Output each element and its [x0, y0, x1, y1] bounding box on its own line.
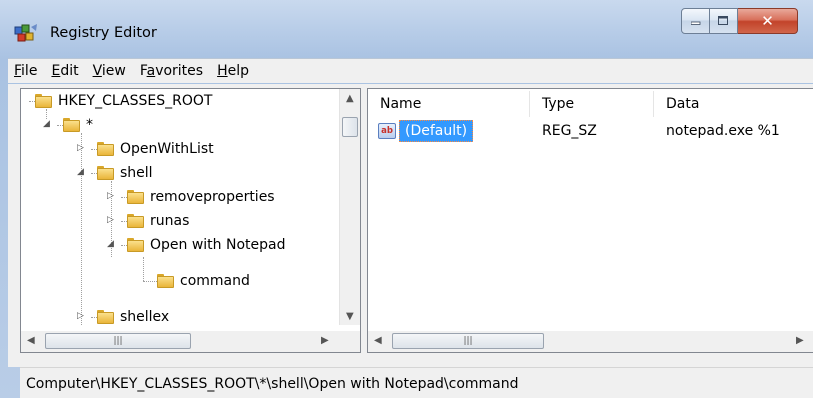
registry-editor-app-icon	[13, 23, 39, 45]
scroll-down-arrow-icon[interactable]: ▼	[346, 311, 354, 322]
close-icon: ✕	[761, 12, 774, 30]
menu-help[interactable]: Help	[211, 63, 257, 79]
scroll-right-arrow-icon[interactable]: ▶	[321, 335, 329, 346]
values-list-pane[interactable]: Name Type Data ab (Default) REG_SZ notep…	[367, 88, 813, 353]
folder-icon	[97, 166, 114, 180]
tree-line	[81, 133, 82, 325]
tree-node-openwithlist[interactable]: OpenWithList	[97, 137, 214, 161]
tree-node-command[interactable]: command	[157, 269, 250, 293]
folder-icon	[63, 118, 80, 132]
folder-icon	[127, 190, 144, 204]
scroll-left-arrow-icon[interactable]: ◀	[27, 335, 35, 346]
window-controls: ✕	[681, 8, 798, 36]
string-value-icon: ab	[378, 123, 396, 139]
tree-vertical-scroll-thumb[interactable]	[342, 117, 358, 137]
key-tree[interactable]: ◢ ▷ ◢ ▷ ▷ ◢ ▷ HKEY_CLASSES_ROOT * OpenWi…	[21, 89, 339, 325]
values-horizontal-scroll-thumb[interactable]: |||	[392, 333, 544, 349]
tree-node-shell[interactable]: shell	[97, 161, 153, 185]
menu-edit[interactable]: Edit	[45, 63, 86, 79]
tree-node-removeproperties[interactable]: removeproperties	[127, 185, 275, 209]
tree-vertical-scrollbar[interactable]: ▲ ▼	[339, 89, 360, 325]
folder-icon	[157, 274, 174, 288]
scroll-right-arrow-icon[interactable]: ▶	[796, 335, 804, 346]
tree-node-open-with-notepad[interactable]: Open with Notepad	[127, 233, 286, 257]
tree-node-shellex[interactable]: shellex	[97, 305, 169, 325]
collapsed-arrow-icon[interactable]: ▷	[107, 215, 114, 225]
value-name[interactable]: (Default)	[399, 120, 474, 142]
grip-icon: |||	[463, 336, 473, 346]
registry-editor-window: Registry Editor ✕ File Edit View Favorit…	[0, 0, 813, 398]
expanded-arrow-icon[interactable]: ◢	[43, 119, 50, 129]
minimize-button[interactable]	[681, 8, 710, 34]
maximize-icon	[718, 16, 728, 25]
expanded-arrow-icon[interactable]: ◢	[77, 167, 84, 177]
folder-icon	[97, 142, 114, 156]
folder-icon	[127, 214, 144, 228]
window-title: Registry Editor	[50, 25, 157, 41]
tree-horizontal-scrollbar[interactable]: ◀ ||| ▶	[21, 331, 339, 352]
grip-icon: |||	[113, 336, 123, 346]
column-header-data[interactable]: Data	[654, 91, 813, 117]
minimize-icon	[690, 21, 700, 25]
folder-icon	[97, 310, 114, 324]
collapsed-arrow-icon[interactable]: ▷	[77, 143, 84, 153]
value-data-cell: notepad.exe %1	[666, 123, 780, 139]
folder-icon	[35, 94, 52, 108]
value-type-cell: REG_SZ	[542, 123, 597, 139]
values-horizontal-scrollbar[interactable]: ◀ ||| ▶	[368, 331, 813, 352]
tree-node-asterisk[interactable]: *	[63, 113, 93, 137]
tree-line	[143, 281, 157, 282]
menu-bar: File Edit View Favorites Help	[8, 58, 813, 83]
scroll-up-arrow-icon[interactable]: ▲	[346, 93, 354, 104]
collapsed-arrow-icon[interactable]: ▷	[107, 191, 114, 201]
menu-favorites[interactable]: Favorites	[134, 63, 211, 79]
tree-line	[143, 257, 144, 281]
column-header-name[interactable]: Name	[368, 91, 530, 117]
collapsed-arrow-icon[interactable]: ▷	[77, 311, 84, 321]
column-header-type[interactable]: Type	[530, 91, 654, 117]
value-name-cell[interactable]: ab (Default)	[378, 119, 474, 143]
status-path: Computer\HKEY_CLASSES_ROOT\*\shell\Open …	[26, 375, 519, 392]
key-tree-pane[interactable]: ◢ ▷ ◢ ▷ ▷ ◢ ▷ HKEY_CLASSES_ROOT * OpenWi…	[20, 88, 361, 353]
tree-horizontal-scroll-thumb[interactable]: |||	[45, 333, 191, 349]
menu-file[interactable]: File	[8, 63, 45, 79]
folder-icon	[127, 238, 144, 252]
scrollbar-corner	[339, 331, 360, 352]
maximize-button[interactable]	[710, 8, 738, 34]
status-bar: Computer\HKEY_CLASSES_ROOT\*\shell\Open …	[20, 367, 813, 398]
title-bar[interactable]: Registry Editor ✕	[0, 0, 813, 58]
scroll-left-arrow-icon[interactable]: ◀	[374, 335, 382, 346]
close-button[interactable]: ✕	[738, 8, 798, 34]
menu-view[interactable]: View	[87, 63, 134, 79]
tree-node-hkey-classes-root[interactable]: HKEY_CLASSES_ROOT	[35, 89, 212, 113]
expanded-arrow-icon[interactable]: ◢	[107, 239, 114, 249]
tree-node-runas[interactable]: runas	[127, 209, 189, 233]
